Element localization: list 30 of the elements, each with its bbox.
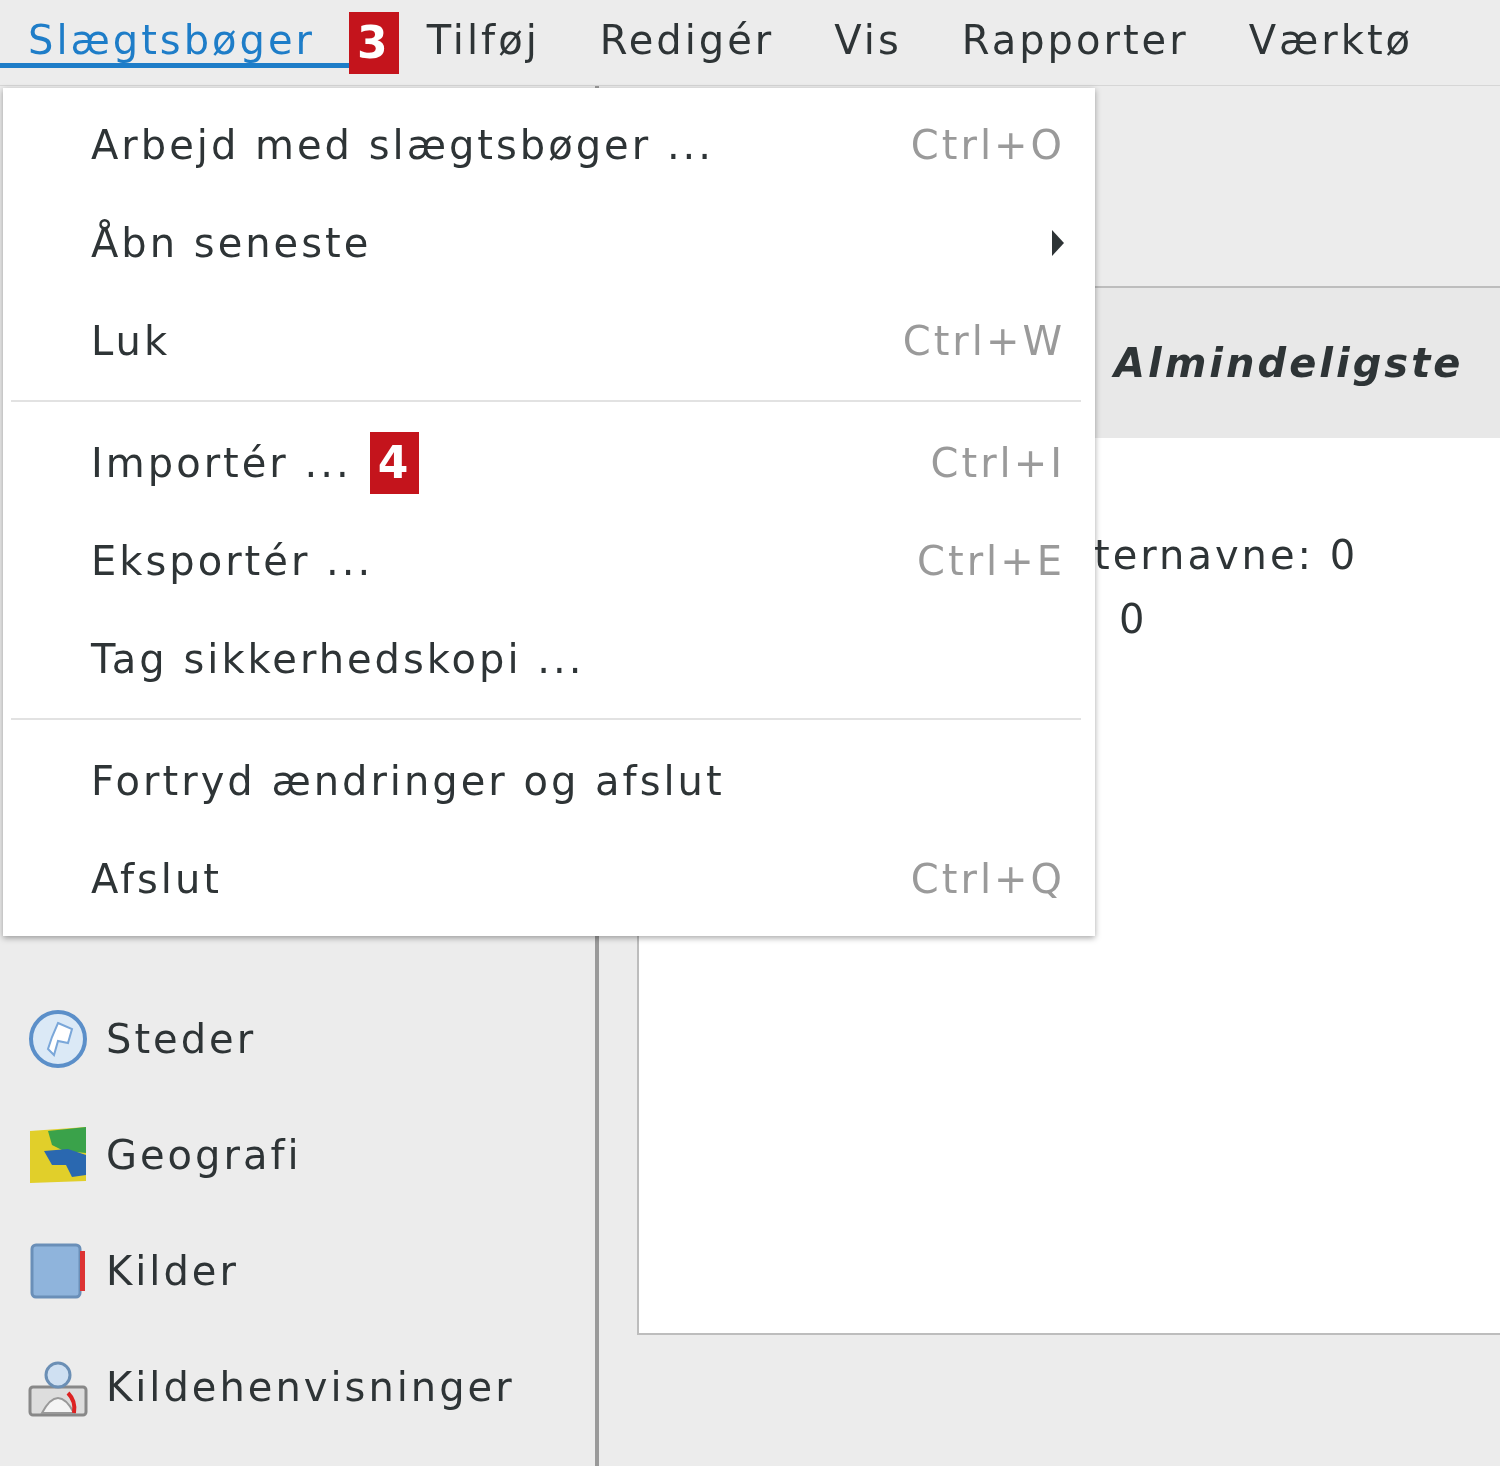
sidebar-item[interactable]: Steder — [106, 1016, 257, 1062]
menu-item[interactable]: Åbn seneste — [3, 194, 1095, 292]
shortcut-text: Ctrl+Q — [910, 856, 1065, 902]
shortcut-text: Ctrl+E — [917, 538, 1065, 584]
menu-bar-item[interactable]: Tilføj — [398, 17, 540, 68]
menu-item[interactable]: Afslut Ctrl+Q — [3, 830, 1095, 928]
menu-bar-item[interactable]: Redigér — [571, 17, 775, 68]
globe-icon — [28, 1009, 88, 1069]
sidebar-item[interactable]: Geografi — [106, 1132, 302, 1178]
stat-text: ternavne: 0 — [1094, 531, 1359, 580]
menu-item[interactable]: Luk Ctrl+W — [3, 292, 1095, 390]
menu-item[interactable]: Tag sikkerhedskopi ... — [3, 610, 1095, 708]
step-badge: 3 — [349, 11, 399, 74]
menu-bar-item[interactable]: Rapporter — [933, 17, 1189, 68]
menu-item[interactable]: Arbejd med slægtsbøger ... Ctrl+O — [3, 96, 1095, 194]
menu-item[interactable]: Importér ... 4 Ctrl+I — [3, 414, 1095, 512]
shortcut-text: Ctrl+O — [910, 122, 1065, 168]
map-icon — [28, 1125, 88, 1185]
menu-item[interactable]: Fortryd ændringer og afslut — [3, 732, 1095, 830]
menu-bar-item[interactable]: Værktø — [1220, 17, 1414, 68]
submenu-arrow-icon — [1051, 229, 1065, 257]
stat-text: 0 — [1119, 595, 1148, 644]
menu-bar-item[interactable]: Vis — [806, 17, 902, 68]
shortcut-text: Ctrl+I — [930, 440, 1065, 486]
menu-item[interactable]: Eksportér ... Ctrl+E — [3, 512, 1095, 610]
sidebar-item[interactable]: Kilder — [106, 1248, 239, 1294]
sidebar-item[interactable]: Kildehenvisninger — [106, 1364, 515, 1410]
shortcut-text: Ctrl+W — [902, 318, 1065, 364]
book-icon — [28, 1241, 88, 1301]
step-badge: 4 — [369, 432, 420, 494]
